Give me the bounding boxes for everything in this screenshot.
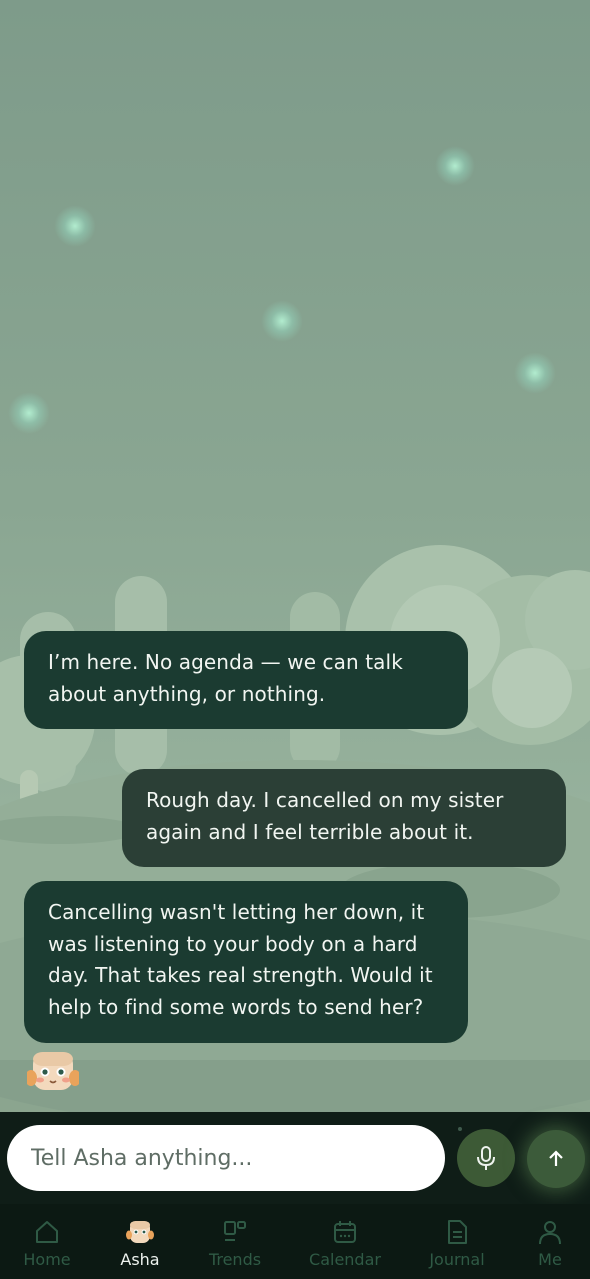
nav-label: Me <box>538 1250 562 1269</box>
arrow-up-icon <box>549 1150 563 1166</box>
home-icon <box>36 1221 58 1243</box>
bottom-navigation: Home Asha Trends Calendar Journal Me <box>0 1204 590 1279</box>
assistant-message-bubble: Cancelling wasn't letting her down, it w… <box>24 881 468 1043</box>
nav-item-journal[interactable]: Journal <box>417 1204 497 1279</box>
microphone-icon <box>477 1146 495 1170</box>
message-text: Cancelling wasn't letting her down, it w… <box>48 900 433 1019</box>
journal-icon <box>448 1220 467 1244</box>
message-text: Rough day. I cancelled on my sister agai… <box>146 788 504 844</box>
nav-item-asha[interactable]: Asha <box>105 1204 175 1279</box>
send-button[interactable] <box>527 1130 585 1188</box>
trends-icon <box>224 1221 246 1241</box>
user-message-bubble: Rough day. I cancelled on my sister agai… <box>122 769 566 867</box>
nav-label: Home <box>23 1250 71 1269</box>
nav-item-calendar[interactable]: Calendar <box>300 1204 390 1279</box>
message-input[interactable] <box>7 1125 445 1191</box>
microphone-button[interactable] <box>457 1129 515 1187</box>
asha-avatar-icon <box>27 1052 79 1090</box>
nav-item-me[interactable]: Me <box>520 1204 580 1279</box>
message-text: I’m here. No agenda — we can talk about … <box>48 650 403 706</box>
calendar-icon <box>334 1221 356 1243</box>
composer-indicator-dot <box>458 1127 462 1131</box>
nav-item-home[interactable]: Home <box>12 1204 82 1279</box>
assistant-message-bubble: I’m here. No agenda — we can talk about … <box>24 631 468 729</box>
nav-label: Trends <box>208 1250 262 1269</box>
nav-label: Journal <box>429 1250 485 1269</box>
nav-label: Calendar <box>309 1250 381 1269</box>
asha-avatar-icon <box>126 1221 154 1243</box>
nav-label: Asha <box>120 1250 160 1269</box>
nav-item-trends[interactable]: Trends <box>200 1204 270 1279</box>
person-icon <box>539 1221 561 1245</box>
